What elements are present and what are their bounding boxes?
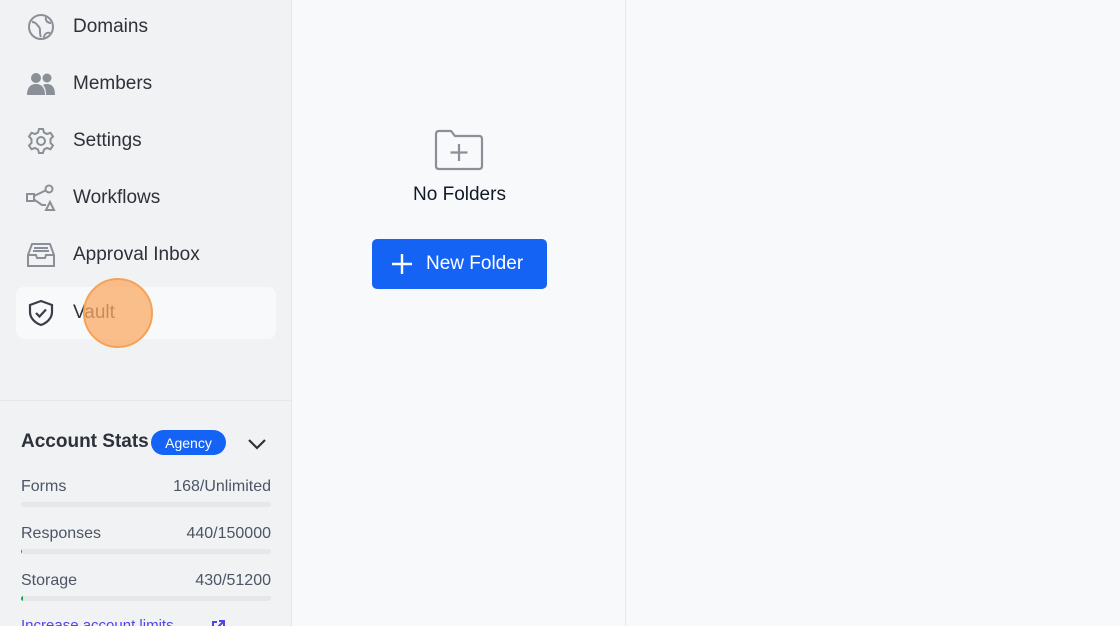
folder-plus-icon [433, 128, 485, 174]
sidebar-item-label: Settings [73, 130, 142, 151]
stat-value-responses: 440/150000 [186, 525, 271, 542]
folders-panel: No Folders New Folder [293, 0, 626, 626]
sidebar-item-approval-inbox[interactable]: Approval Inbox [16, 229, 276, 281]
sidebar-item-label: Workflows [73, 187, 161, 208]
progress-bar-responses [21, 549, 271, 554]
increase-limits-link[interactable]: Increase account limits [21, 617, 174, 626]
sidebar: Domains Members Settings Workflows Appro… [0, 0, 292, 626]
shield-check-icon [25, 299, 57, 327]
empty-state-text: No Folders [413, 184, 506, 205]
sidebar-item-label: Vault [73, 302, 115, 323]
workflow-icon [25, 184, 57, 212]
sidebar-item-members[interactable]: Members [16, 58, 276, 110]
stat-label-forms: Forms [21, 478, 67, 495]
progress-fill [21, 549, 22, 554]
plus-icon [390, 252, 414, 276]
stat-value-forms: 168/Unlimited [173, 478, 271, 495]
users-icon [25, 70, 57, 98]
progress-bar-forms [21, 502, 271, 507]
stat-label-responses: Responses [21, 525, 102, 542]
chevron-down-icon[interactable] [246, 433, 268, 455]
stat-value-storage: 430/51200 [195, 572, 271, 589]
stat-label-storage: Storage [21, 572, 78, 589]
sidebar-item-label: Members [73, 73, 153, 94]
account-stats-panel: Account Stats Agency Forms 168/Unlimited… [0, 400, 292, 626]
plan-badge: Agency [151, 430, 226, 455]
new-folder-button[interactable]: New Folder [372, 239, 547, 289]
content-panel [627, 0, 1120, 626]
new-folder-label: New Folder [426, 253, 524, 274]
sidebar-item-workflows[interactable]: Workflows [16, 172, 276, 224]
inbox-icon [25, 241, 57, 269]
sidebar-item-label: Approval Inbox [73, 244, 200, 265]
gear-icon [25, 127, 57, 155]
sidebar-item-settings[interactable]: Settings [16, 115, 276, 167]
sidebar-item-domains[interactable]: Domains [16, 1, 276, 53]
sidebar-item-vault[interactable]: Vault [16, 287, 276, 339]
sidebar-item-label: Domains [73, 16, 148, 37]
external-link-icon[interactable] [210, 619, 226, 626]
account-stats-title: Account Stats [21, 431, 149, 452]
globe-icon [25, 13, 57, 41]
progress-fill [21, 596, 23, 601]
progress-bar-storage [21, 596, 271, 601]
